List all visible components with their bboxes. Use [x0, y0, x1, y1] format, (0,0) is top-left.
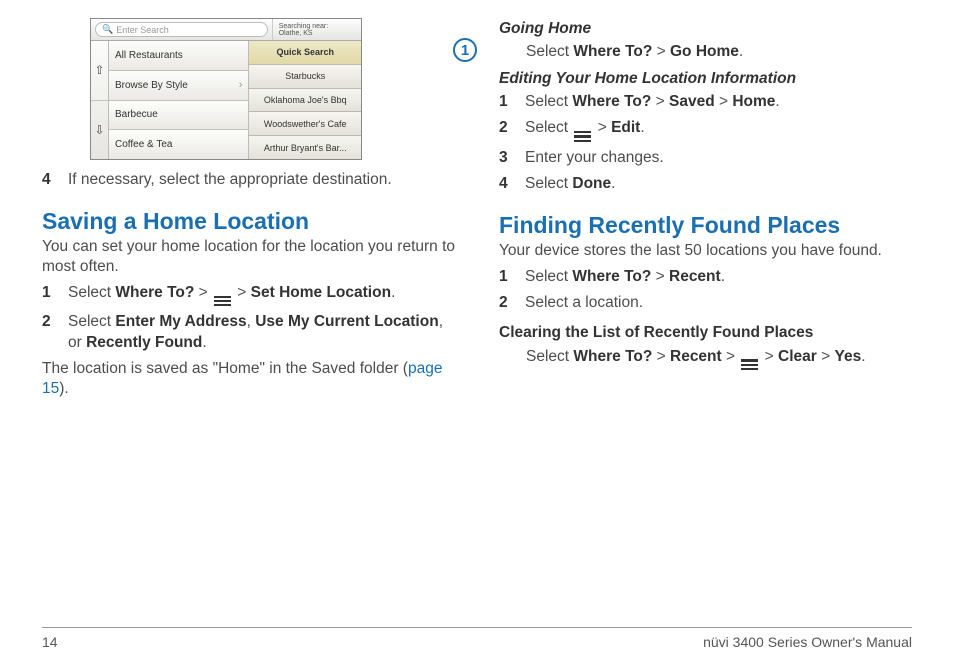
subsection-heading: Going Home	[499, 20, 912, 38]
search-placeholder: Enter Search	[116, 25, 169, 35]
list-item: Woodswether's Cafe	[249, 112, 361, 136]
subsection-heading: Editing Your Home Location Information	[499, 70, 912, 88]
callout-badge: 1	[453, 38, 477, 62]
step-number: 1	[42, 283, 58, 307]
step-number: 1	[499, 267, 515, 287]
step-text: Enter your changes.	[525, 148, 912, 168]
step-text: Select Done.	[525, 174, 912, 194]
list-item: Barbecue	[109, 101, 248, 131]
menu-icon	[214, 296, 231, 307]
intro-text: Your device stores the last 50 locations…	[499, 241, 912, 261]
manual-title: nüvi 3400 Series Owner's Manual	[703, 634, 912, 650]
page-footer: 14 nüvi 3400 Series Owner's Manual	[42, 627, 912, 650]
step-number: 2	[499, 293, 515, 313]
chevron-right-icon: ›	[239, 79, 243, 91]
up-arrow-icon: ⇧	[91, 41, 108, 101]
menu-icon	[741, 359, 758, 370]
step-text: Select Where To? > Recent.	[525, 267, 912, 287]
subsection-heading: Clearing the List of Recently Found Plac…	[499, 323, 912, 342]
list-item: Starbucks	[249, 65, 361, 89]
page-number: 14	[42, 634, 58, 650]
list-item: Quick Search	[249, 41, 361, 65]
down-arrow-icon: ⇩	[91, 101, 108, 160]
searching-near: Searching near: Olathe, KS	[272, 19, 361, 40]
list-item: Oklahoma Joe's Bbq	[249, 89, 361, 113]
list-item: All Restaurants	[109, 41, 248, 71]
list-item: Coffee & Tea	[109, 130, 248, 159]
step-text: Select Where To? > Recent > > Clear > Ye…	[499, 347, 912, 371]
step-text: Select Where To? > Go Home.	[499, 42, 912, 62]
step-text: Select Enter My Address, Use My Current …	[68, 312, 455, 352]
list-item: Browse By Style›	[109, 71, 248, 101]
step-text: If necessary, select the appropriate des…	[68, 170, 455, 190]
list-item: Arthur Bryant's Bar...	[249, 136, 361, 159]
step-text: Select Where To? > Saved > Home.	[525, 92, 912, 112]
screenshot-search-bar: 🔍 Enter Search	[91, 19, 272, 40]
search-screenshot: 🔍 Enter Search Searching near: Olathe, K…	[90, 18, 455, 160]
step-number: 2	[42, 312, 58, 352]
step-number: 2	[499, 118, 515, 142]
step-number: 1	[499, 92, 515, 112]
step-text: Select Where To? > > Set Home Location.	[68, 283, 455, 307]
step-number: 3	[499, 148, 515, 168]
step-text: Select > Edit.	[525, 118, 912, 142]
menu-icon	[574, 131, 591, 142]
section-heading: Saving a Home Location	[42, 208, 455, 235]
step-text: Select a location.	[525, 293, 912, 313]
note-text: The location is saved as "Home" in the S…	[42, 359, 455, 399]
search-icon: 🔍	[102, 24, 113, 35]
step-number: 4	[42, 170, 58, 190]
section-heading: Finding Recently Found Places	[499, 212, 912, 239]
step-number: 4	[499, 174, 515, 194]
intro-text: You can set your home location for the l…	[42, 237, 455, 277]
